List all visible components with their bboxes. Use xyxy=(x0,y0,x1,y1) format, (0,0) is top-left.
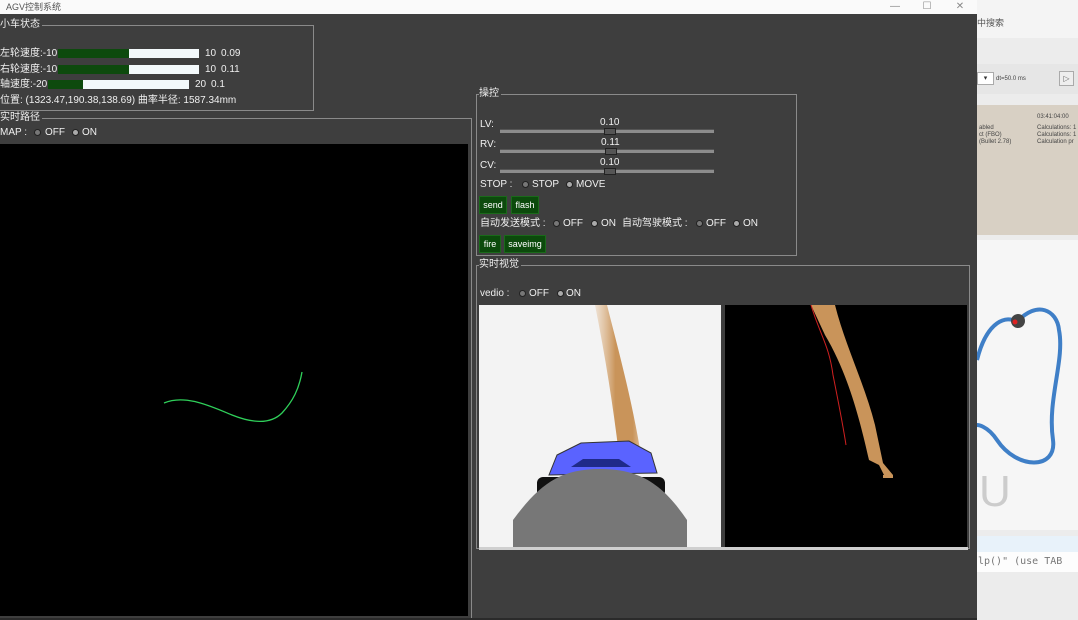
vision-group-title: 实时视觉 xyxy=(479,259,521,271)
bg-play-icon[interactable]: ▷ xyxy=(1059,71,1074,86)
left-wheel-value: 0.09 xyxy=(221,48,241,59)
control-group: 操控 xyxy=(476,88,797,256)
auto-send-label: 自动发送模式 : xyxy=(480,218,546,229)
auto-send-on-label[interactable]: ON xyxy=(601,218,616,230)
position-readout: 位置: (1323.47,190.38,138.69) 曲率半径: 1587.3… xyxy=(0,95,237,106)
bg-console: lp()" (use TAB xyxy=(977,552,1078,572)
bg-sim-view: U xyxy=(977,240,1078,530)
camera-view-raw xyxy=(479,305,721,547)
track-mask xyxy=(811,305,893,477)
video-on-label[interactable]: ON xyxy=(566,288,581,300)
bg-search-text: 中搜索 xyxy=(977,18,1005,28)
map-label: MAP : xyxy=(0,127,28,138)
minimize-button[interactable]: — xyxy=(881,0,909,14)
axis-speed-label: 轴速度:-20 xyxy=(0,79,48,90)
maximize-button[interactable]: ☐ xyxy=(913,0,941,14)
lv-slider-handle[interactable] xyxy=(604,128,616,135)
bg-side-label-3: (Bullet 2.78) xyxy=(979,139,1012,145)
bg-search-area: 中搜索 xyxy=(977,0,1078,38)
auto-drive-label: 自动驾驶模式 : xyxy=(622,218,688,229)
move-option-label[interactable]: MOVE xyxy=(576,179,605,191)
map-on-radio[interactable] xyxy=(72,129,79,136)
bg-sim-track xyxy=(977,307,1063,465)
background-app: 中搜索 ▾ dt=50.0 ms ▷ 03:41:04:00 Calculati… xyxy=(977,0,1078,620)
path-map-canvas xyxy=(0,144,468,616)
right-wheel-value: 0.11 xyxy=(221,64,240,75)
auto-drive-on-label[interactable]: ON xyxy=(743,218,758,230)
camera-processed-svg xyxy=(810,305,893,478)
bg-console-text: lp()" (use TAB xyxy=(978,556,1063,567)
left-wheel-label: 左轮速度:-10 xyxy=(0,48,58,59)
video-off-radio[interactable] xyxy=(519,290,526,297)
map-off-radio[interactable] xyxy=(34,129,41,136)
flash-button[interactable]: flash xyxy=(511,196,539,214)
close-button[interactable]: ✕ xyxy=(946,0,974,14)
camera-raw-svg xyxy=(513,305,687,547)
rv-label: RV: xyxy=(480,139,497,150)
right-wheel-label: 右轮速度:-10 xyxy=(0,64,58,75)
auto-drive-off-label[interactable]: OFF xyxy=(706,218,726,230)
track-mask-tip xyxy=(883,475,893,478)
map-off-label[interactable]: OFF xyxy=(45,127,65,139)
left-wheel-bar-fill xyxy=(58,49,129,58)
window-title: AGV控制系统 xyxy=(6,2,62,12)
saveimg-button[interactable]: saveimg xyxy=(504,235,546,253)
control-group-title: 操控 xyxy=(479,88,501,100)
send-button[interactable]: send xyxy=(479,196,507,214)
left-wheel-bar xyxy=(58,49,199,58)
auto-send-off-radio[interactable] xyxy=(553,220,560,227)
status-group-title: 小车状态 xyxy=(0,19,42,31)
title-bar: AGV控制系统 — ☐ ✕ xyxy=(0,0,977,14)
bg-dropdown-arrow[interactable]: ▾ xyxy=(977,72,994,85)
video-label: vedio : xyxy=(480,288,510,299)
lv-label: LV: xyxy=(480,119,494,130)
bg-toolbar: ▾ dt=50.0 ms ▷ xyxy=(977,64,1078,94)
camera-view-processed xyxy=(725,305,967,547)
fire-button[interactable]: fire xyxy=(479,235,501,253)
rv-slider-handle[interactable] xyxy=(605,148,617,155)
axis-speed-bar-fill xyxy=(48,80,84,89)
path-map-svg xyxy=(163,371,303,423)
map-on-label[interactable]: ON xyxy=(82,127,97,139)
main-window: 小车状态 左轮速度:-10 10 0.09 右轮速度:-10 10 0.11 轴… xyxy=(0,14,977,620)
axis-speed-bar xyxy=(48,80,189,89)
right-wheel-max: 10 xyxy=(205,64,217,75)
video-off-label[interactable]: OFF xyxy=(529,288,549,300)
bg-sim-stat-3: Calculation pr xyxy=(1037,139,1074,145)
video-on-radio[interactable] xyxy=(557,290,564,297)
auto-send-off-label[interactable]: OFF xyxy=(563,218,583,230)
path-group-title: 实时路径 xyxy=(0,112,42,124)
stop-radio[interactable] xyxy=(522,181,529,188)
cv-slider-handle[interactable] xyxy=(604,168,616,175)
axis-speed-value: 0.1 xyxy=(211,79,225,90)
stop-label: STOP : xyxy=(480,179,513,190)
bg-sim-robot-marker xyxy=(1012,319,1018,325)
auto-drive-off-radio[interactable] xyxy=(696,220,703,227)
auto-drive-on-radio[interactable] xyxy=(733,220,740,227)
axis-speed-max: 20 xyxy=(195,79,207,90)
auto-send-on-radio[interactable] xyxy=(591,220,598,227)
right-wheel-bar xyxy=(58,65,199,74)
bg-dropdown-text[interactable]: dt=50.0 ms xyxy=(996,73,1026,85)
bg-sim-panel: 03:41:04:00 Calculations: 1 Calculations… xyxy=(977,105,1078,235)
track-tape xyxy=(595,305,653,455)
right-wheel-bar-fill xyxy=(58,65,129,74)
cv-label: CV: xyxy=(480,160,497,171)
robot-path-line xyxy=(163,371,303,423)
move-radio[interactable] xyxy=(566,181,573,188)
vision-scrollbar[interactable] xyxy=(479,547,968,550)
stop-option-label[interactable]: STOP xyxy=(532,179,559,191)
bg-letter-u: U xyxy=(979,467,1011,516)
left-wheel-max: 10 xyxy=(205,48,217,59)
